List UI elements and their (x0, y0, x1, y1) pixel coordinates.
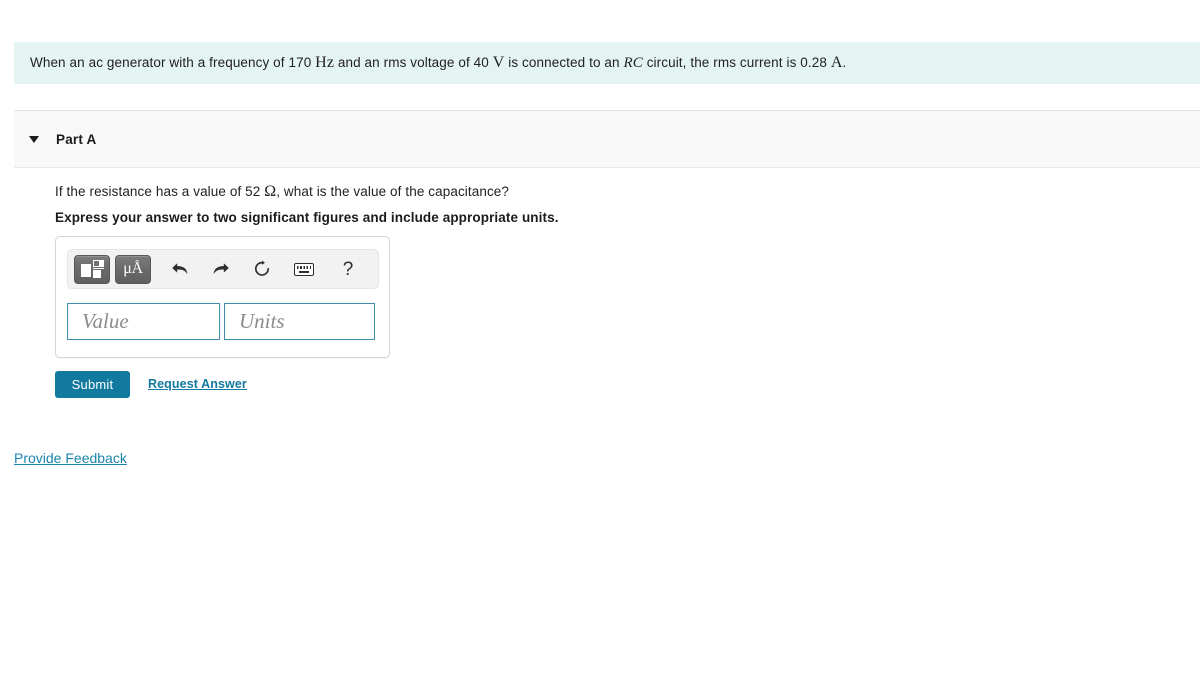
caret-down-icon[interactable] (29, 135, 39, 143)
reset-circular-arrow-glyph (254, 260, 270, 276)
answer-entry-box: μÅ ? (55, 236, 390, 358)
question-prompt: If the resistance has a value of 52 Ω, w… (55, 183, 509, 201)
submit-button[interactable]: Submit (55, 371, 130, 398)
part-title: Part A (56, 131, 97, 147)
question-prompt-segment-1: If the resistance has a value of 52 (55, 184, 265, 199)
unit-ohm: Ω (264, 183, 277, 200)
request-answer-link[interactable]: Request Answer (148, 377, 247, 391)
redo-arrow-glyph (213, 263, 229, 275)
unit-volt: V (492, 54, 505, 71)
reset-icon[interactable] (249, 256, 275, 282)
problem-statement-text: When an ac generator with a frequency of… (14, 54, 846, 72)
answer-field-row (67, 303, 375, 340)
circuit-type-label: RC (623, 55, 643, 71)
problem-text-segment-5: . (842, 55, 847, 70)
problem-text-segment-3: is connected to an (504, 55, 624, 70)
units-palette-button[interactable]: μÅ (115, 254, 151, 284)
micro-angstrom-icon: μÅ (123, 260, 143, 277)
help-icon[interactable]: ? (335, 256, 361, 282)
unit-ampere: A (830, 54, 843, 71)
template-icon (80, 259, 104, 279)
keyboard-icon[interactable] (291, 256, 317, 282)
page-root: When an ac generator with a frequency of… (0, 0, 1200, 677)
part-a-header[interactable]: Part A (14, 110, 1200, 168)
undo-icon[interactable] (167, 256, 193, 282)
problem-statement-banner: When an ac generator with a frequency of… (14, 42, 1200, 84)
answer-instruction: Express your answer to two significant f… (55, 210, 559, 225)
template-button[interactable] (74, 254, 110, 284)
units-input[interactable] (224, 303, 375, 340)
answer-toolbar: μÅ ? (67, 249, 379, 289)
question-prompt-segment-2: , what is the value of the capacitance? (276, 184, 510, 199)
unit-hertz: Hz (315, 54, 335, 71)
redo-icon[interactable] (208, 256, 234, 282)
problem-text-segment-1: When an ac generator with a frequency of… (30, 55, 316, 70)
keyboard-glyph (294, 262, 314, 276)
provide-feedback-link[interactable]: Provide Feedback (14, 450, 127, 466)
problem-text-segment-4: circuit, the rms current is 0.28 (642, 55, 831, 70)
value-input[interactable] (67, 303, 220, 340)
problem-text-segment-2: and an rms voltage of 40 (334, 55, 493, 70)
undo-arrow-glyph (172, 263, 188, 275)
